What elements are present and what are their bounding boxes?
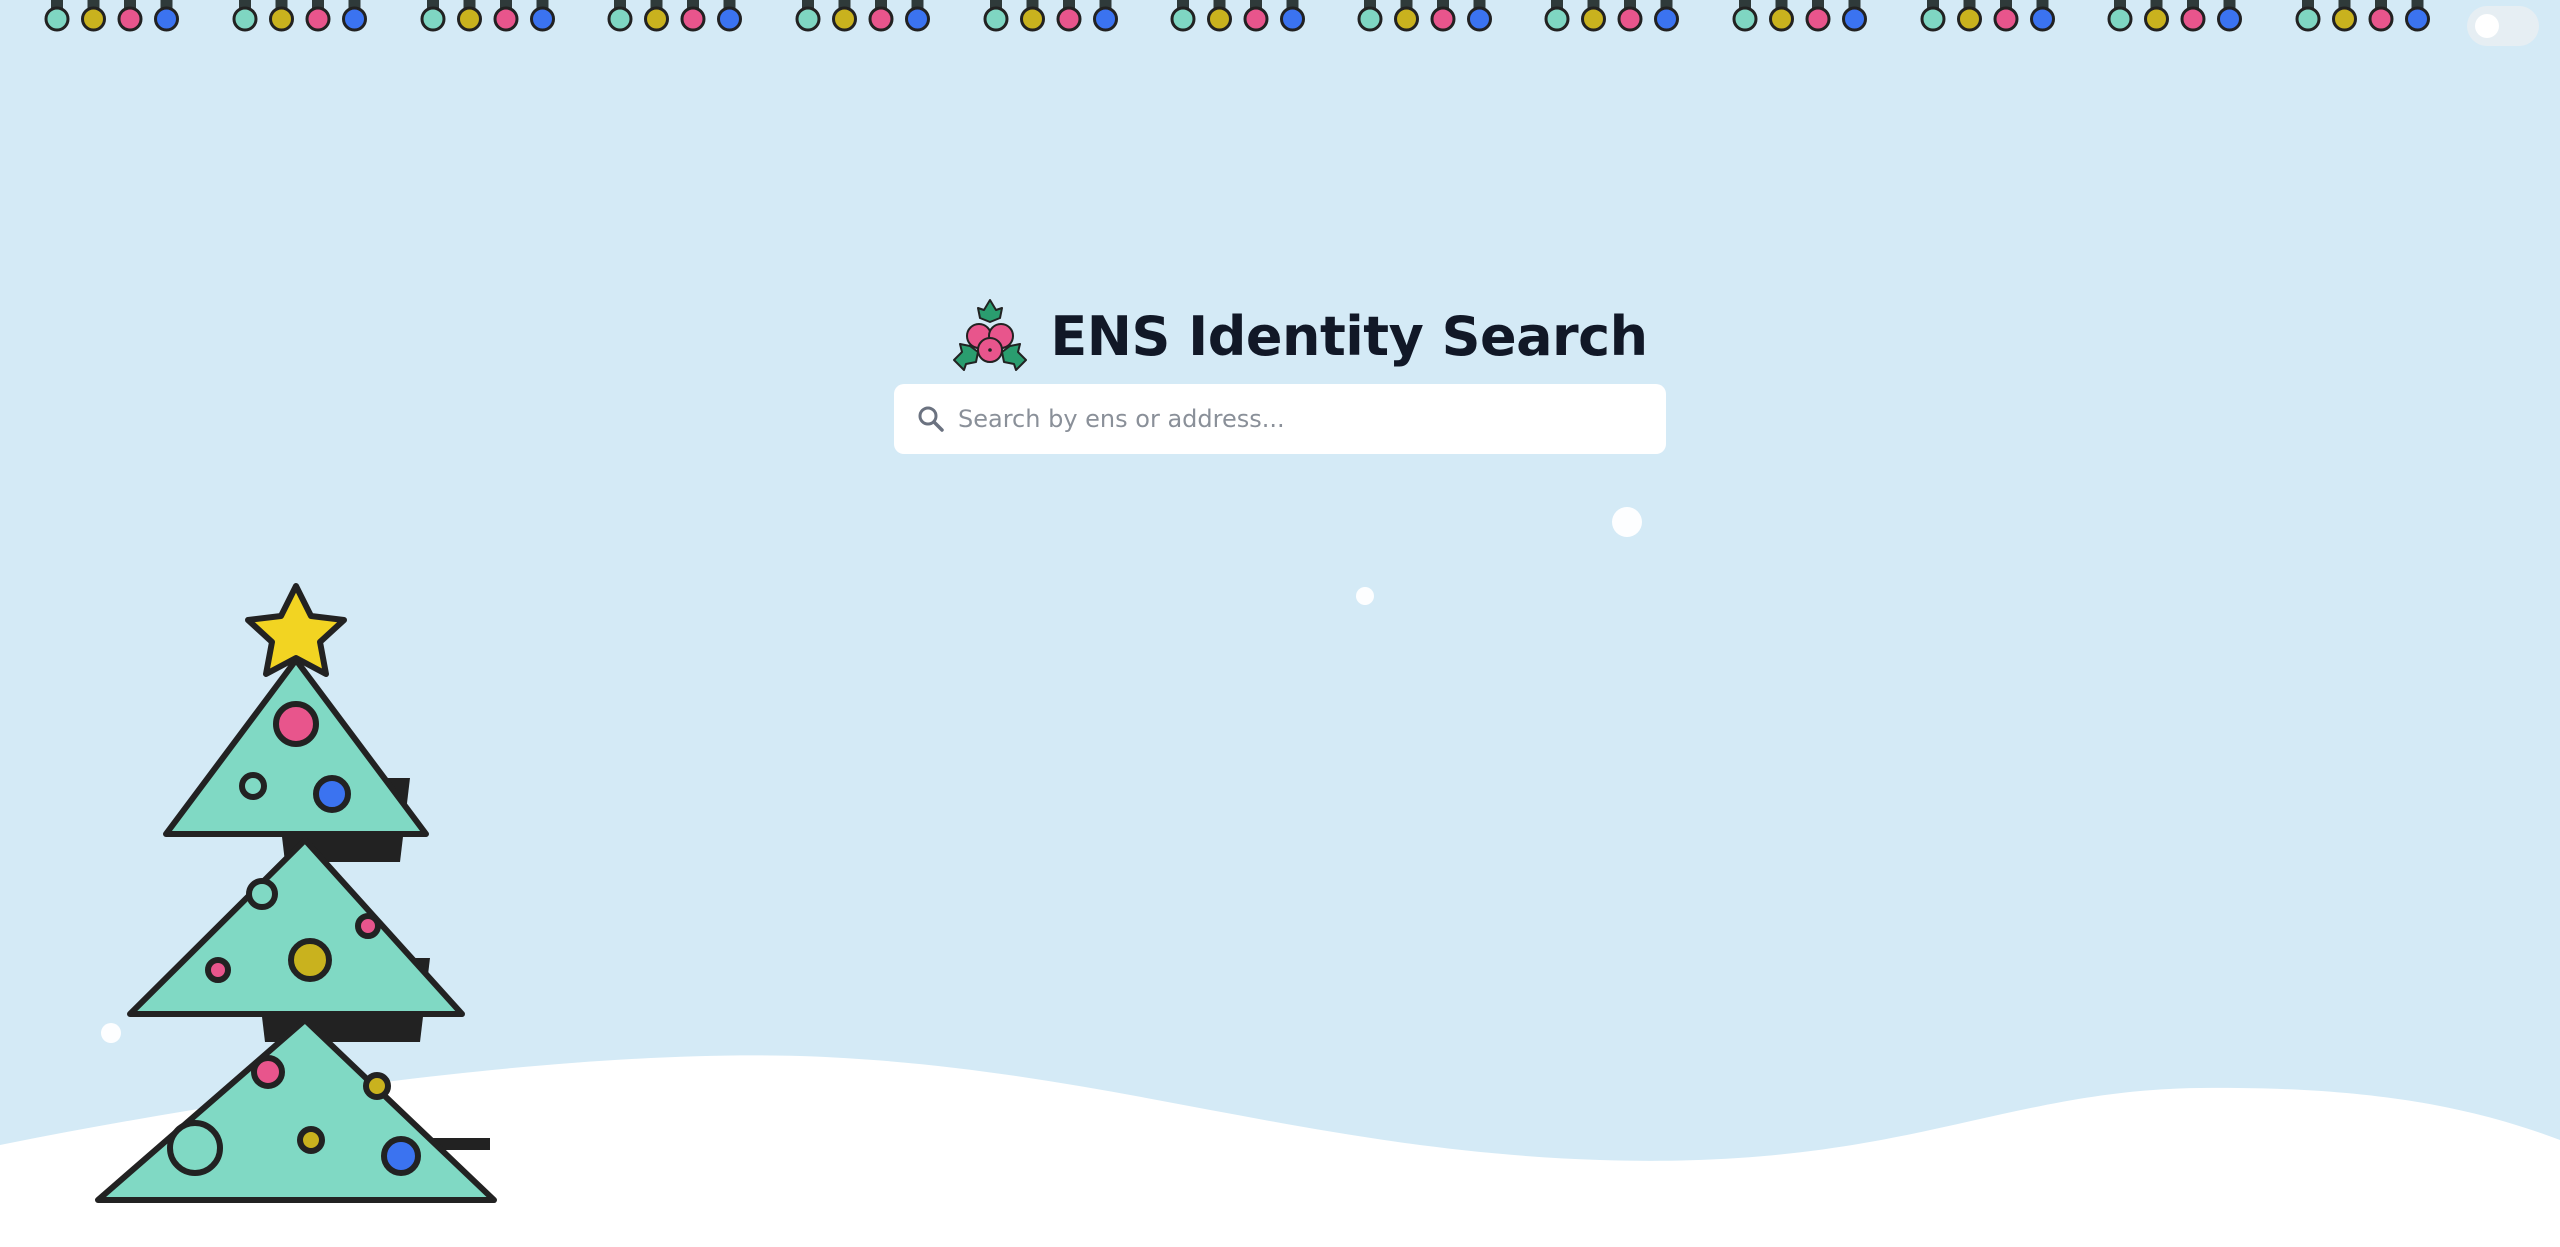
- holly-icon: [953, 299, 1028, 371]
- light-bulb: [1170, 6, 1196, 32]
- light-bulb: [717, 6, 742, 32]
- light-bulb: [305, 6, 331, 32]
- light-bulb: [2217, 6, 2242, 32]
- light-bulb: [1957, 6, 1982, 32]
- tree-ornament: [251, 1055, 285, 1089]
- snowflake: [1612, 507, 1642, 537]
- light-bulb: [81, 6, 106, 32]
- snowflake: [1356, 587, 1374, 605]
- tree-ornament: [355, 913, 381, 939]
- light-bulb: [1280, 6, 1305, 32]
- light-bulb: [1581, 6, 1606, 32]
- light-bulb: [1207, 6, 1232, 32]
- header: ENS Identity Search: [0, 296, 2560, 376]
- light-bulb: [44, 6, 70, 32]
- search-input[interactable]: [956, 388, 1640, 450]
- tree-ornament: [239, 772, 267, 800]
- search-icon: [918, 406, 944, 432]
- light-bulb: [2107, 6, 2133, 32]
- tree-ornament: [288, 938, 332, 982]
- light-bulb: [680, 6, 706, 32]
- light-bulb: [269, 6, 294, 32]
- light-bulb: [1732, 6, 1758, 32]
- light-bulb: [1993, 6, 2019, 32]
- page: ENS Identity Search: [0, 0, 2560, 1247]
- light-bulb: [493, 6, 519, 32]
- light-bulb: [2030, 6, 2055, 32]
- light-bulb: [1020, 6, 1045, 32]
- light-bulb: [232, 6, 258, 32]
- light-bulb: [457, 6, 482, 32]
- search-box[interactable]: [894, 384, 1666, 454]
- tree-ornament: [246, 878, 278, 910]
- light-bulb: [154, 6, 179, 32]
- light-bulb: [1093, 6, 1118, 32]
- light-bulb: [1805, 6, 1831, 32]
- light-bulb: [2405, 6, 2430, 32]
- header-inner: ENS Identity Search: [952, 298, 1648, 374]
- light-bulb: [1430, 6, 1456, 32]
- light-bulb: [1243, 6, 1269, 32]
- light-bulb: [1467, 6, 1492, 32]
- tree-ornament: [273, 701, 319, 747]
- light-bulb: [607, 6, 633, 32]
- tree-ornament: [297, 1126, 325, 1154]
- light-bulb: [117, 6, 143, 32]
- light-bulb: [868, 6, 894, 32]
- light-bulb: [905, 6, 930, 32]
- light-bulb: [1394, 6, 1419, 32]
- light-bulb: [644, 6, 669, 32]
- light-bulb: [2180, 6, 2206, 32]
- tree-ornament: [167, 1120, 223, 1176]
- light-bulb: [983, 6, 1009, 32]
- light-bulb: [1769, 6, 1794, 32]
- theme-toggle[interactable]: [2467, 6, 2539, 46]
- light-bulb: [1357, 6, 1383, 32]
- light-bulb: [832, 6, 857, 32]
- page-title: ENS Identity Search: [1050, 304, 1648, 368]
- string-lights: [44, 0, 2430, 32]
- light-bulb: [2332, 6, 2357, 32]
- light-bulb: [1544, 6, 1570, 32]
- light-bulb: [342, 6, 367, 32]
- light-bulb: [2295, 6, 2321, 32]
- light-bulb: [1920, 6, 1946, 32]
- tree-ornament: [363, 1072, 391, 1100]
- light-bulb: [1617, 6, 1643, 32]
- light-bulb: [2368, 6, 2394, 32]
- tree-ornament: [381, 1136, 421, 1176]
- light-bulb: [1056, 6, 1082, 32]
- light-bulb: [1842, 6, 1867, 32]
- light-bulb: [420, 6, 446, 32]
- christmas-tree: [95, 583, 497, 1203]
- light-bulb: [795, 6, 821, 32]
- tree-ornament: [313, 775, 351, 813]
- toggle-knob: [2475, 14, 2499, 38]
- light-bulb: [1654, 6, 1679, 32]
- light-bulb: [530, 6, 555, 32]
- light-bulb: [2144, 6, 2169, 32]
- tree-ornament: [205, 957, 231, 983]
